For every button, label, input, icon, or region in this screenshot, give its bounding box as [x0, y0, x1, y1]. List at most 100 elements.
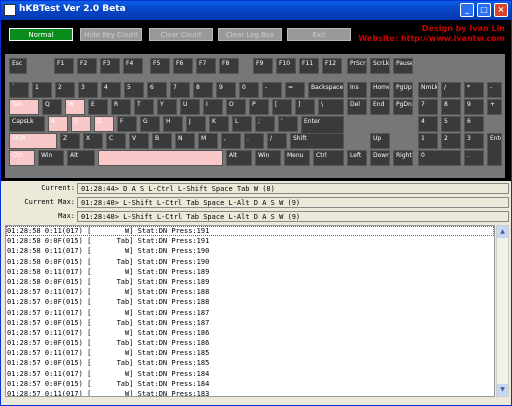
key-98: Ctrl: [313, 150, 344, 166]
log-row[interactable]: 01:28:58 0:11(017) [ W] Stat:DN Press:19…: [6, 226, 494, 237]
key-28: =: [285, 82, 305, 98]
key-62: F: [117, 116, 137, 132]
key-25: 9: [216, 82, 236, 98]
key-68: ;: [255, 116, 275, 132]
clear-log-box-button[interactable]: Clear Log Box: [218, 28, 282, 41]
key-18: 2: [55, 82, 75, 98]
log-row[interactable]: 01:28:57 0:0F(015) [ Tab] Stat:DN Press:…: [6, 318, 494, 328]
log-row[interactable]: 01:28:57 0:11(017) [ W] Stat:DN Press:18…: [6, 328, 494, 338]
key-92: Win: [38, 150, 64, 166]
key-29: Backspace: [308, 82, 344, 98]
key-33: NmLk: [418, 82, 438, 98]
key-52: End: [370, 99, 390, 115]
key-4: F4: [123, 58, 143, 74]
key-46: O: [226, 99, 246, 115]
log-row[interactable]: 01:28:58 0:11(017) [ W] Stat:DN Press:19…: [6, 246, 494, 256]
key-85: Shift: [290, 133, 344, 149]
keyboard-area: Esc F1 F2 F3 F4 F5 F6 F7 F8 F9 F10 F11 F12 PrScr ScrLk…: [1, 54, 511, 181]
log-row[interactable]: 01:28:57 0:11(017) [ W] Stat:DN Press:18…: [6, 389, 494, 396]
log-row[interactable]: 01:28:57 0:0F(015) [ Tab] Stat:DN Press:…: [6, 338, 494, 348]
key-73: 6: [464, 116, 484, 132]
key-21: 5: [124, 82, 144, 98]
key-64: H: [163, 116, 183, 132]
key-65: J: [186, 116, 206, 132]
key-30: Ins: [347, 82, 367, 98]
key-11: F11: [299, 58, 319, 74]
key-49: ]: [295, 99, 315, 115]
log-row[interactable]: 01:28:58 0:11(017) [ W] Stat:DN Press:18…: [6, 267, 494, 277]
log-row[interactable]: 01:28:58 0:0F(015) [ Tab] Stat:DN Press:…: [6, 236, 494, 246]
key-17: 1: [32, 82, 52, 98]
key-36: -: [487, 82, 502, 98]
key-95: Alt: [226, 150, 252, 166]
current-max-label: Current Max:: [24, 198, 75, 206]
log-row[interactable]: 01:28:57 0:11(017) [ W] Stat:DN Press:18…: [6, 308, 494, 318]
key-12: F12: [322, 58, 342, 74]
key-86: Up: [370, 133, 390, 149]
key-76: X: [83, 133, 103, 149]
log-scrollbar[interactable]: ▲ ▼: [496, 225, 509, 397]
key-91: Ctrl: [9, 150, 35, 166]
key-69: ': [278, 116, 298, 132]
hide-key-count-button[interactable]: Hide Key Count: [80, 28, 142, 41]
key-81: M: [198, 133, 218, 149]
key-89: 3: [464, 133, 484, 149]
key-24: 8: [193, 82, 213, 98]
log-row[interactable]: 01:28:57 0:11(017) [ W] Stat:DN Press:18…: [6, 348, 494, 358]
key-82: ,: [221, 133, 241, 149]
key-59: A: [48, 116, 68, 132]
toolbar: Normal Hide Key Count Clear Count Clear …: [1, 20, 511, 54]
current-label: Current:: [41, 184, 75, 192]
log-row[interactable]: 01:28:57 0:0F(015) [ Tab] Stat:DN Press:…: [6, 358, 494, 368]
key-41: R: [111, 99, 131, 115]
maximize-button[interactable]: □: [477, 3, 491, 17]
key-10: F10: [276, 58, 296, 74]
key-31: Home: [370, 82, 390, 98]
minimize-button[interactable]: _: [460, 3, 474, 17]
credits: Design by Ivan Lin Website: http://www.i…: [358, 24, 505, 44]
key-26: 0: [239, 82, 259, 98]
key-32: PgUp: [393, 82, 413, 98]
title-bar[interactable]: hKBTest Ver 2.0 Beta _ □ ×: [1, 1, 511, 20]
key-38: Q: [42, 99, 62, 115]
key-99: Left: [347, 150, 367, 166]
key-14: ScrLk: [370, 58, 390, 74]
key-63: G: [140, 116, 160, 132]
designer-credit: Design by Ivan Lin: [421, 24, 505, 33]
keyboard: Esc F1 F2 F3 F4 F5 F6 F7 F8 F9 F10 F11 F12 PrScr ScrLk…: [5, 54, 505, 178]
scroll-down-icon[interactable]: ▼: [497, 384, 508, 396]
exit-button[interactable]: Exit: [287, 28, 351, 41]
key-84: /: [267, 133, 287, 149]
key-56: 9: [464, 99, 484, 115]
log-row[interactable]: 01:28:57 0:11(017) [ W] Stat:DN Press:18…: [6, 287, 494, 297]
key-101: Right: [393, 150, 413, 166]
key-77: C: [106, 133, 126, 149]
log-box[interactable]: 01:28:58 0:11(017) [ W] Stat:DN Press:19…: [5, 225, 495, 397]
current-field: 01:28:44> D A S L-Ctrl L-Shift Space Tab…: [77, 183, 509, 194]
key-103: .: [464, 150, 484, 166]
log-row[interactable]: 01:28:57 0:11(017) [ W] Stat:DN Press:18…: [6, 369, 494, 379]
key-5: F5: [150, 58, 170, 74]
key-8: F8: [219, 58, 239, 74]
clear-count-button[interactable]: Clear Count: [149, 28, 213, 41]
key-58: CapsLk: [9, 116, 45, 132]
scroll-up-icon[interactable]: ▲: [497, 226, 508, 238]
key-44: U: [180, 99, 200, 115]
key-79: B: [152, 133, 172, 149]
key-34: /: [441, 82, 461, 98]
key-97: Menu: [284, 150, 310, 166]
key-90: Enter: [487, 133, 502, 166]
key-75: Z: [60, 133, 80, 149]
key-9: F9: [253, 58, 273, 74]
log-row[interactable]: 01:28:57 0:0F(015) [ Tab] Stat:DN Press:…: [6, 297, 494, 307]
max-label: Max:: [58, 212, 75, 220]
key-87: 1: [418, 133, 438, 149]
log-row[interactable]: 01:28:58 0:0F(015) [ Tab] Stat:DN Press:…: [6, 257, 494, 267]
key-39: W: [65, 99, 85, 115]
log-row[interactable]: 01:28:57 0:0F(015) [ Tab] Stat:DN Press:…: [6, 379, 494, 389]
log-row[interactable]: 01:28:58 0:0F(015) [ Tab] Stat:DN Press:…: [6, 277, 494, 287]
normal-button[interactable]: Normal: [9, 28, 73, 41]
key-3: F3: [100, 58, 120, 74]
close-button[interactable]: ×: [494, 3, 508, 17]
key-47: P: [249, 99, 269, 115]
